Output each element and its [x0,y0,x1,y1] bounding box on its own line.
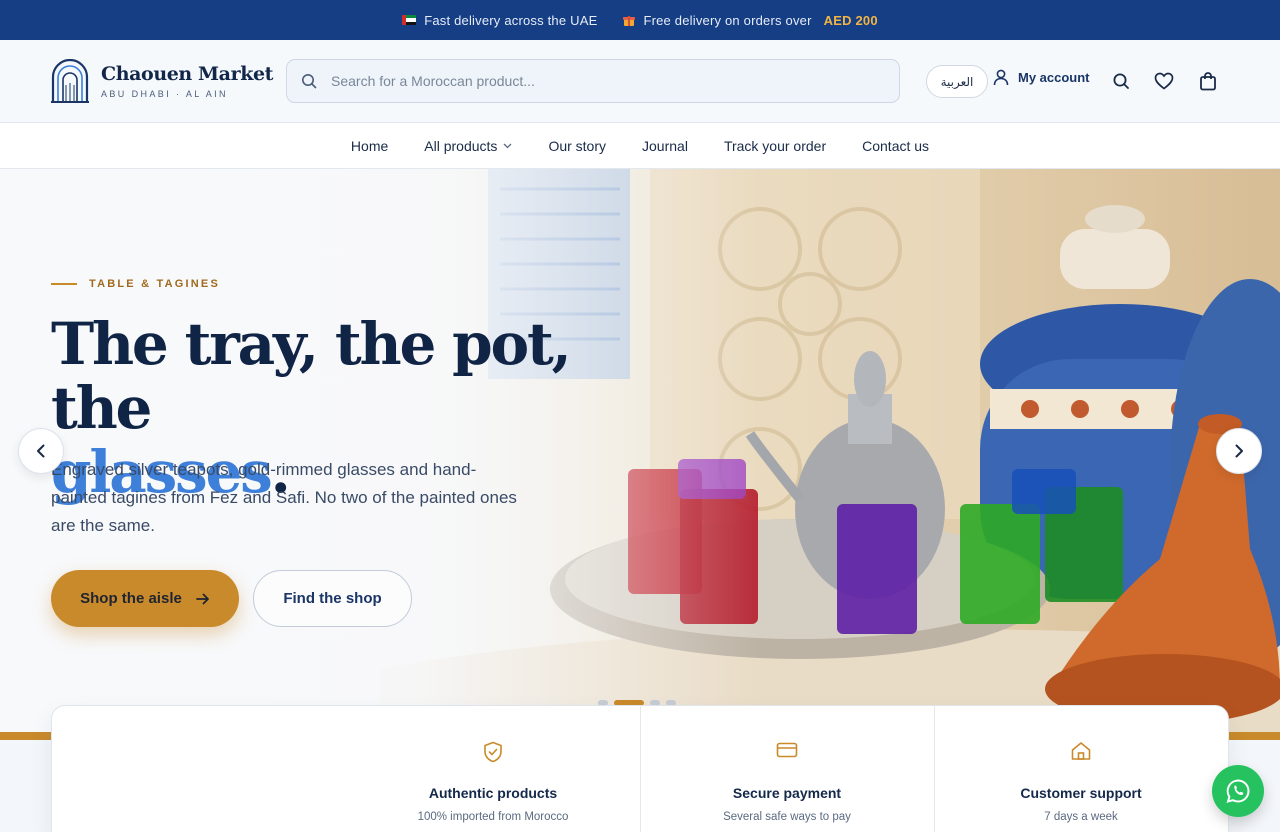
free-delivery-text: Free delivery on orders over [643,12,812,28]
brand-name: Chaouen Market [101,63,274,85]
features-card: Authentic products 100% imported from Mo… [51,705,1229,832]
nav-item-contact[interactable]: Contact us [862,138,929,154]
nav-item-home[interactable]: Home [351,138,388,154]
delivery-message: Fast delivery across the UAE [402,13,597,28]
chevron-right-icon [1235,444,1243,458]
search-bar [286,59,900,103]
shield-check-icon [484,741,502,763]
arrow-right-icon [195,593,209,604]
hero-eyebrow: TABLE & TAGINES [51,278,220,290]
carousel-next-button[interactable] [1216,428,1262,474]
search-input[interactable] [331,60,899,102]
arch-logo-icon [51,59,89,103]
main-navigation: Home All products Our story Journal Trac… [0,123,1280,169]
nav-item-all-products[interactable]: All products [424,138,512,154]
wishlist-heart-icon[interactable] [1153,70,1175,92]
carousel-prev-button[interactable] [18,428,64,474]
site-header: Chaouen Market ABU DHABI · AL AIN العربي… [0,40,1280,123]
chevron-left-icon [37,444,45,458]
language-toggle-button[interactable]: العربية [926,65,988,98]
shop-the-aisle-button[interactable]: Shop the aisle [51,570,239,627]
eyebrow-rule [51,283,77,285]
home-icon [1071,742,1091,760]
delivery-text: Fast delivery across the UAE [424,12,598,28]
hero-description: Engraved silver teapots, gold-rimmed gla… [51,460,517,535]
announcement-bar: Fast delivery across the UAE Free delive… [0,0,1280,40]
cart-bag-icon[interactable] [1197,70,1219,92]
brand-tagline: ABU DHABI · AL AIN [101,89,228,99]
account-label: My account [1018,69,1090,85]
feature-authentic: Authentic products 100% imported from Mo… [346,706,640,832]
whatsapp-chat-button[interactable] [1212,765,1264,817]
my-account-link[interactable]: My account [992,68,1090,86]
gift-icon [623,14,636,26]
search-icon [287,73,331,89]
hero-banner: TABLE & TAGINES The tray, the pot, the g… [0,169,1280,732]
find-the-shop-button[interactable]: Find the shop [253,570,412,627]
uae-flag-icon [402,15,417,25]
feature-customer-support: Customer support 7 days a week [934,706,1228,832]
header-search-icon[interactable] [1110,70,1132,92]
feature-secure-payment: Secure payment Several safe ways to pay [640,706,934,832]
whatsapp-icon [1226,779,1250,803]
credit-card-icon [776,742,798,758]
brand-logo[interactable]: Chaouen Market ABU DHABI · AL AIN [51,59,273,103]
user-icon [993,69,1009,86]
nav-item-track-order[interactable]: Track your order [724,138,826,154]
nav-item-our-story[interactable]: Our story [548,138,606,154]
nav-item-journal[interactable]: Journal [642,138,688,154]
free-delivery-amount: AED 200 [823,12,878,28]
free-delivery-message: Free delivery on orders over AED 200 [623,12,878,28]
chevron-down-icon [503,143,512,148]
